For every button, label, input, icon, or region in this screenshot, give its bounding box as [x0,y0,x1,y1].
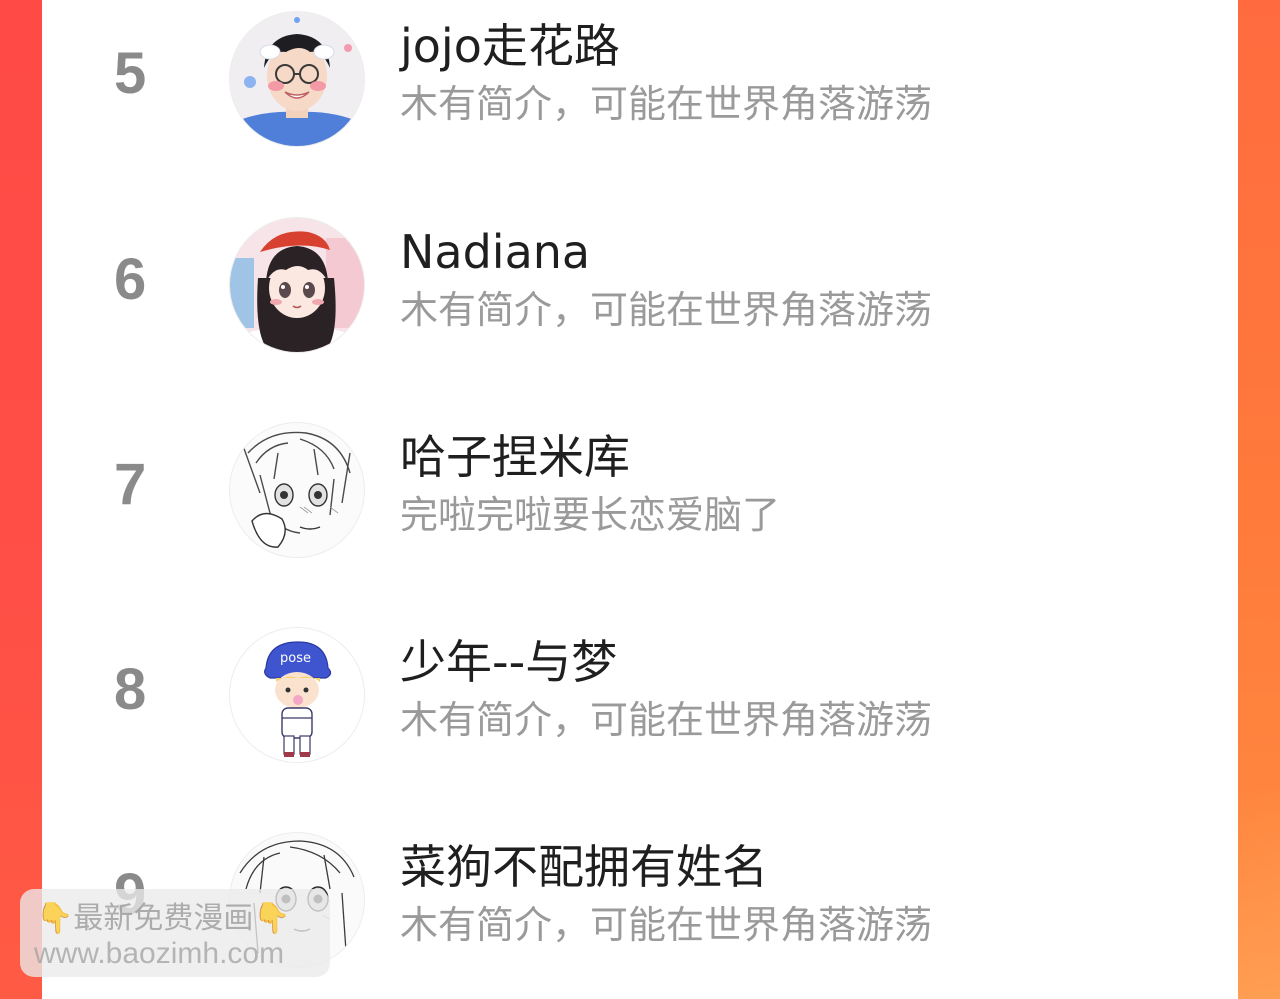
left-background-edge [0,0,42,999]
right-background-edge [1238,0,1280,999]
avatar[interactable] [230,12,364,146]
avatar-boy-photo-icon [230,12,364,146]
user-bio: 木有简介，可能在世界角落游荡 [400,288,933,332]
user-bio: 木有简介，可能在世界角落游荡 [400,698,933,742]
ranking-row[interactable]: 8 pose 少年--与梦 木有简介，可能在世界角落游荡 [42,620,1238,770]
watermark-banner: 👇最新免费漫画👇 www.baozimh.com [20,889,330,977]
user-bio: 木有简介，可能在世界角落游荡 [400,903,933,947]
ranking-row[interactable]: 6 Nadiana 木有简介，可能在世界角落游荡 [42,210,1238,360]
user-name[interactable]: 少年--与梦 [400,632,617,692]
watermark-title: 👇最新免费漫画👇 [36,901,291,936]
ranking-row[interactable]: 5 jojo走花路 木有简介，可能在世界角落游荡 [42,4,1238,154]
user-name[interactable]: 菜狗不配拥有姓名 [400,837,768,897]
rank-number: 8 [114,657,147,722]
avatar-chibi-boy-icon: pose [230,628,364,762]
avatar[interactable] [230,218,364,352]
avatar[interactable]: pose [230,628,364,762]
user-bio: 木有简介，可能在世界角落游荡 [400,82,933,126]
rank-number: 6 [114,247,147,312]
rank-number: 5 [114,41,147,106]
user-name[interactable]: Nadiana [400,222,590,282]
user-bio: 完啦完啦要长恋爱脑了 [400,493,781,537]
svg-text:pose: pose [280,651,311,666]
ranking-row[interactable]: 7 哈子捏米库 完啦完啦要长恋爱脑了 [42,415,1238,565]
avatar-anime-girl-icon [230,218,364,352]
avatar-manga-sketch-icon [230,423,364,557]
user-name[interactable]: jojo走花路 [400,16,620,76]
ranking-panel: 5 jojo走花路 木有简介，可能在世界角落游荡 6 Nadiana 木有简介，… [42,0,1238,999]
rank-number: 7 [114,452,147,517]
watermark-url: www.baozimh.com [34,937,285,970]
user-name[interactable]: 哈子捏米库 [400,427,630,487]
avatar[interactable] [230,423,364,557]
